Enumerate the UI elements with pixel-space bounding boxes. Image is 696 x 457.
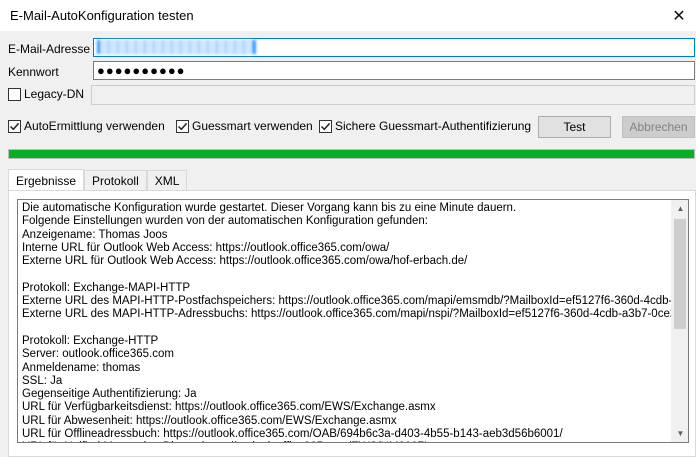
guessmart-checkbox[interactable] (176, 119, 189, 133)
email-field[interactable]: █████████████████ (93, 38, 695, 57)
results-textbox[interactable]: Die automatische Konfiguration wurde ges… (17, 199, 689, 443)
close-button[interactable]: ✕ (662, 0, 696, 31)
secure-guessmart-option[interactable]: Sichere Guessmart-Authentifizierung (319, 119, 531, 133)
tab-xml[interactable]: XML (146, 170, 188, 191)
legacy-dn-label: Legacy-DN (24, 87, 85, 101)
close-icon: ✕ (672, 7, 686, 25)
result-line: Externe URL für Outlook Web Access: http… (22, 255, 468, 268)
result-line: Gegenseitige Authentifizierung: Ja (22, 388, 197, 401)
password-label: Kennwort (8, 65, 59, 79)
email-label: E-Mail-Adresse (8, 42, 91, 56)
scroll-up-arrow-icon[interactable]: ▲ (672, 200, 688, 217)
result-line: SSL: Ja (22, 374, 63, 387)
progress-fill (9, 150, 694, 158)
result-line: Anmeldename: thomas (22, 361, 141, 374)
tab-strip: Ergebnisse Protokoll XML (8, 169, 188, 191)
result-line: Protokoll: Exchange-HTTP (22, 334, 159, 347)
autodiscover-option[interactable]: AutoErmittlung verwenden (8, 119, 165, 133)
progress-bar (8, 149, 695, 159)
result-line: Server: outlook.office365.com (22, 348, 174, 361)
title-bar: E-Mail-AutoKonfiguration testen ✕ (0, 0, 696, 31)
tab-ergebnisse[interactable]: Ergebnisse (8, 169, 85, 191)
checkmark-icon (9, 122, 20, 130)
email-value: █████████████████ (97, 40, 257, 54)
checkmark-icon (320, 122, 331, 130)
result-line: Protokoll: Exchange-MAPI-HTTP (22, 281, 191, 294)
password-value: ●●●●●●●●●● (97, 63, 186, 78)
result-line: Interne URL für Outlook Web Access: http… (22, 241, 390, 254)
legacy-dn-checkbox-row[interactable]: Legacy-DN (8, 87, 84, 101)
result-line: Externe URL des MAPI-HTTP-Adressbuchs: h… (22, 308, 672, 321)
vertical-scrollbar[interactable]: ▲ ▼ (671, 200, 688, 442)
result-line: Die automatische Konfiguration wurde ges… (22, 202, 517, 214)
autodiscover-label: AutoErmittlung verwenden (24, 119, 165, 133)
window-title: E-Mail-AutoKonfiguration testen (10, 8, 194, 23)
results-text: Die automatische Konfiguration wurde ges… (22, 202, 672, 442)
result-line (22, 322, 672, 335)
legacy-dn-field (91, 85, 695, 105)
secure-guessmart-checkbox[interactable] (319, 119, 332, 133)
result-line: URL für Verfügbarkeitsdienst: https://ou… (22, 401, 436, 414)
result-line: URL für Offlineadressbuch: https://outlo… (22, 428, 563, 441)
test-button[interactable]: Test (538, 116, 611, 138)
result-line: Folgende Einstellungen wurden von der au… (22, 215, 428, 228)
results-panel: Die automatische Konfiguration wurde ges… (8, 190, 696, 457)
result-line: Externe URL des MAPI-HTTP-Postfachspeich… (22, 295, 672, 308)
cancel-button[interactable]: Abbrechen (622, 116, 695, 138)
scroll-down-arrow-icon[interactable]: ▼ (672, 425, 688, 442)
guessmart-label: Guessmart verwenden (192, 119, 313, 133)
result-line: URL für Unified Messaging-Dienst: https:… (22, 441, 672, 442)
legacy-dn-checkbox[interactable] (8, 87, 21, 101)
password-field[interactable]: ●●●●●●●●●● (93, 61, 695, 80)
result-line: Anzeigename: Thomas Joos (22, 228, 168, 241)
result-line: URL für Abwesenheit: https://outlook.off… (22, 414, 397, 427)
scrollbar-thumb[interactable] (674, 219, 686, 329)
tab-protokoll[interactable]: Protokoll (84, 170, 147, 191)
result-line (22, 268, 672, 281)
autodiscover-checkbox[interactable] (8, 119, 21, 133)
checkmark-icon (177, 122, 188, 130)
guessmart-option[interactable]: Guessmart verwenden (176, 119, 313, 133)
secure-guessmart-label: Sichere Guessmart-Authentifizierung (335, 119, 532, 133)
